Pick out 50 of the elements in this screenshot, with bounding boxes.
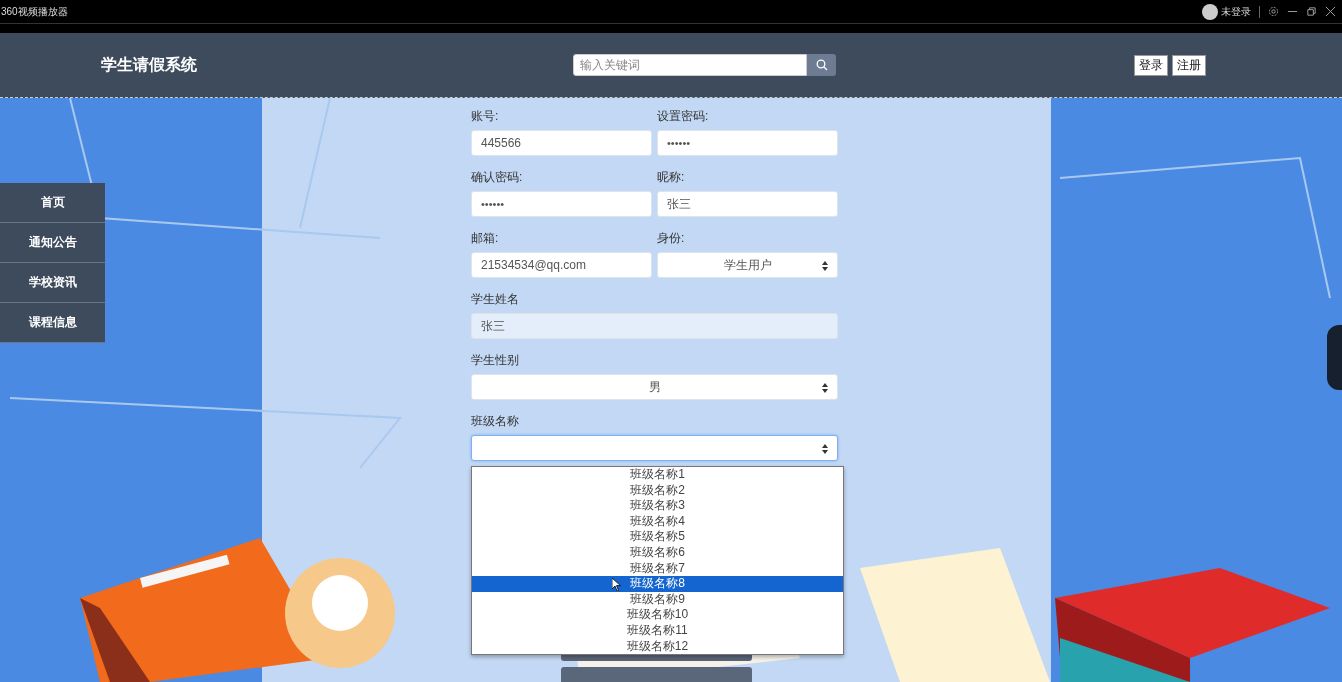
header-button[interactable]: 注册 (1172, 54, 1206, 76)
select-arrows-icon (822, 383, 828, 393)
field-label: 学生性别 (471, 352, 520, 368)
dropdown-option[interactable]: 班级名称10 (472, 607, 843, 623)
dropdown-option[interactable]: 班级名称11 (472, 622, 843, 639)
header-button[interactable]: 登录 (1134, 54, 1168, 76)
dropdown-option[interactable]: 班级名称6 (472, 544, 843, 561)
select-arrows-icon (822, 261, 828, 271)
dropdown-option[interactable]: 班级名称5 (472, 529, 843, 545)
field-label: 邮箱: (471, 230, 500, 246)
field-label: 账号: (471, 108, 500, 124)
nav-item[interactable]: 通知公告 (0, 223, 105, 263)
dropdown-option[interactable]: 班级名称4 (472, 513, 843, 530)
cursor-icon (612, 578, 621, 591)
input-field[interactable]: 张三 (657, 191, 838, 217)
nav-item[interactable]: 课程信息 (0, 303, 105, 343)
dropdown-option[interactable]: 班级名称9 (472, 591, 843, 608)
select-field[interactable]: 男 (471, 374, 838, 400)
search-field[interactable]: 输入关键词 (573, 54, 807, 76)
select-field[interactable] (471, 435, 838, 461)
select-field[interactable]: 学生用户 (657, 252, 838, 278)
site-title: 学生请假系统 (101, 54, 197, 75)
dropdown-option[interactable]: 班级名称8 (472, 576, 843, 592)
field-label: 身份: (657, 230, 686, 246)
input-field[interactable]: 21534534@qq.com (471, 252, 652, 278)
select-arrows-icon (822, 444, 828, 454)
side-tab[interactable] (1327, 325, 1342, 390)
dropdown-option[interactable]: 班级名称1 (472, 467, 843, 483)
input-field[interactable]: 445566 (471, 130, 652, 156)
input-field[interactable]: •••••• (471, 191, 652, 217)
nav-item[interactable]: 学校资讯 (0, 263, 105, 303)
field-label: 设置密码: (657, 108, 710, 124)
window-title: 360视频播放器 (0, 4, 68, 19)
field-label: 学生姓名 (471, 291, 520, 307)
dropdown-option[interactable]: 班级名称3 (472, 498, 843, 514)
field-label: 昵称: (657, 169, 686, 185)
nav-item[interactable]: 首页 (0, 183, 105, 223)
dropdown-option[interactable]: 班级名称7 (472, 560, 843, 577)
settings-icon[interactable] (1268, 6, 1279, 17)
field-label: 确认密码: (471, 169, 524, 185)
dropdown-option[interactable]: 班级名称2 (472, 482, 843, 499)
dropdown-option[interactable]: 班级名称12 (472, 638, 843, 655)
avatar-icon (1202, 3, 1218, 20)
search-button[interactable] (807, 54, 836, 76)
restore-icon[interactable] (1306, 6, 1317, 17)
search-icon (815, 59, 828, 71)
close-icon[interactable] (1325, 6, 1336, 17)
login-status[interactable]: 未登录 (1221, 4, 1251, 19)
input-field[interactable]: •••••• (657, 130, 838, 156)
field-label: 班级名称 (471, 413, 520, 429)
